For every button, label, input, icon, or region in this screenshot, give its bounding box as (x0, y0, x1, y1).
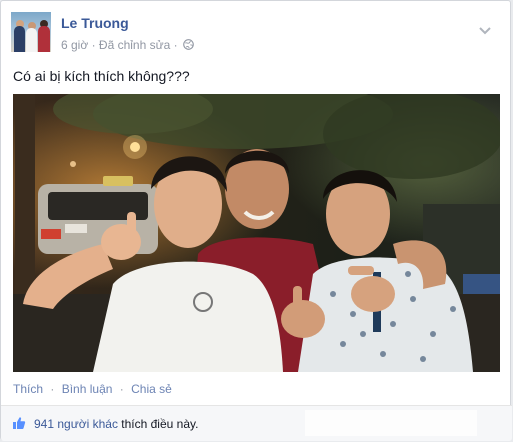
redacted-area (305, 410, 477, 436)
comment-action-link[interactable]: Bình luận (62, 382, 113, 396)
post-card: Le Truong 6 giờ · Đã chỉnh sửa · Có ai b… (0, 0, 512, 441)
like-summary-bar: 941 người khác thích điều này. (1, 405, 512, 441)
like-summary-suffix: thích điều này. (117, 417, 199, 431)
post-status-text: Có ai bị kích thích không??? (13, 68, 190, 84)
chevron-down-icon[interactable] (477, 24, 493, 38)
thumbs-up-icon (13, 417, 26, 429)
post-actions: Thích · Bình luận · Chia sẻ (13, 382, 172, 396)
author-avatar[interactable] (11, 12, 51, 52)
author-name-link[interactable]: Le Truong (61, 15, 129, 31)
post-photo[interactable] (13, 94, 500, 372)
globe-icon[interactable] (183, 39, 194, 51)
share-action-link[interactable]: Chia sẻ (131, 382, 172, 396)
photo-scene (13, 94, 500, 372)
meta-separator: · (91, 37, 96, 52)
like-action-link[interactable]: Thích (13, 382, 43, 396)
post-header: Le Truong 6 giờ · Đã chỉnh sửa · (11, 12, 501, 54)
action-separator: · (50, 382, 55, 396)
edited-label[interactable]: Đã chỉnh sửa (99, 38, 170, 52)
post-timestamp[interactable]: 6 giờ (61, 38, 88, 52)
meta-separator: · (173, 37, 178, 52)
like-summary-text: 941 người khác thích điều này. (34, 417, 198, 431)
like-count-link[interactable]: 941 người khác (34, 417, 118, 431)
post-meta: 6 giờ · Đã chỉnh sửa · (61, 37, 194, 52)
action-separator: · (119, 382, 124, 396)
